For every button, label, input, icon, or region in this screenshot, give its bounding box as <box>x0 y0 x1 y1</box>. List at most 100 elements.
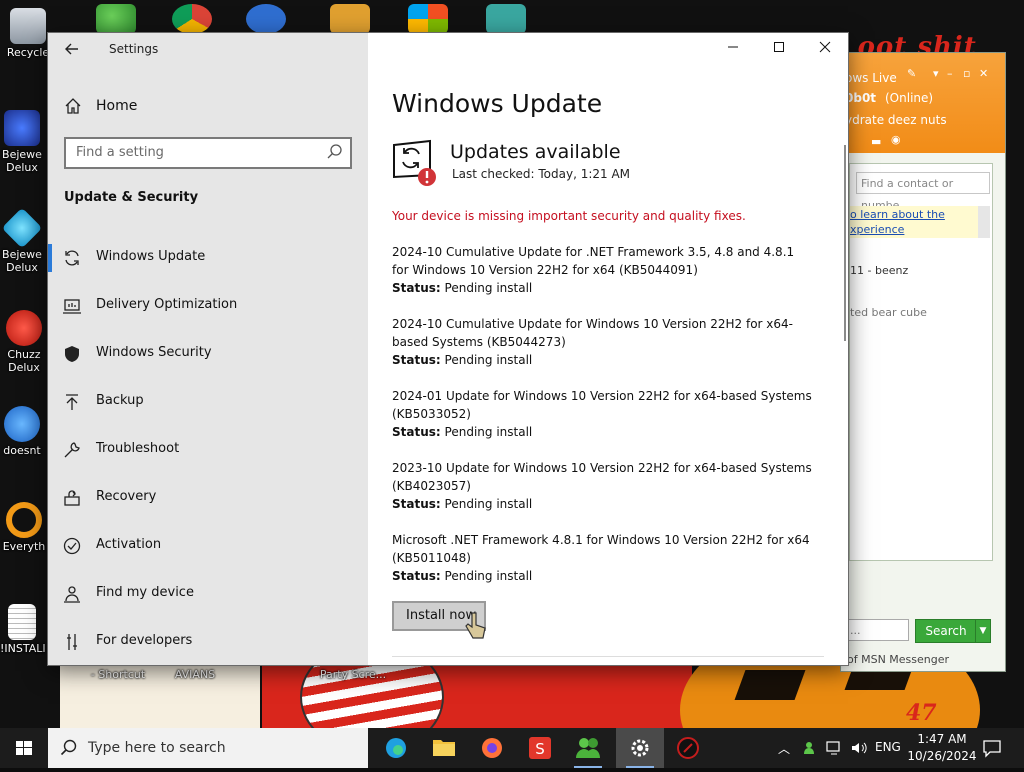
msn-search-button[interactable]: Search <box>915 619 977 643</box>
minimize-button[interactable] <box>710 33 756 65</box>
nav-item-troubleshoot[interactable]: Troubleshoot <box>48 430 368 470</box>
desktop-icon-label: Recycle <box>6 46 50 59</box>
msn-maximize-icon[interactable]: ▫ <box>963 67 970 80</box>
msn-search-dropdown-icon[interactable]: ▼ <box>975 619 991 643</box>
nav-item-windows-security[interactable]: Windows Security <box>48 334 368 374</box>
desktop-icon-label: Bejewe Delux <box>2 148 42 174</box>
status-label: Status: <box>392 353 441 367</box>
nav-item-delivery-optimization[interactable]: Delivery Optimization <box>48 286 368 326</box>
back-arrow-icon[interactable] <box>56 33 88 65</box>
nav-item-label: Windows Update <box>96 249 206 264</box>
msn-learn-link[interactable]: o learn about the <box>850 208 945 221</box>
developer-icon <box>62 632 82 652</box>
windows-update-pane: Windows Update Updates available Last ch… <box>368 33 848 665</box>
network-icon[interactable] <box>826 740 844 759</box>
maximize-button[interactable] <box>756 33 802 65</box>
windows-logo-icon[interactable] <box>408 4 448 34</box>
scrollbar[interactable] <box>844 145 846 341</box>
msn-dropdown-icon[interactable]: ▾ <box>933 67 939 80</box>
msn-contact-panel: Find a contact or numbe o learn about th… <box>849 163 993 561</box>
msn-globe-icon[interactable]: ◉ <box>891 133 901 146</box>
chrome-icon[interactable] <box>172 4 212 34</box>
desktop-icon-doesnt[interactable]: doesnt <box>0 406 44 457</box>
people-tray-icon[interactable] <box>803 740 819 759</box>
desktop-icon-label: - Shortcut <box>90 668 146 681</box>
app-s-taskbar-icon[interactable]: S <box>516 728 564 768</box>
bejeweled-icon <box>4 110 40 146</box>
nav-item-activation[interactable]: Activation <box>48 526 368 566</box>
nav-item-label: Delivery Optimization <box>96 297 238 312</box>
nav-item-label: Troubleshoot <box>96 441 180 456</box>
media-taskbar-icon[interactable] <box>664 728 712 768</box>
msn-search-input[interactable]: ... <box>847 619 909 641</box>
desktop-icon-chuzzle[interactable]: Chuzz Delux <box>2 310 46 374</box>
nav-item-for-developers[interactable]: For developers <box>48 622 368 662</box>
app-shortcut-icon[interactable] <box>246 4 286 34</box>
update-status: Pending install <box>444 425 533 439</box>
status-label: Status: <box>392 569 441 583</box>
game-shortcut-icon[interactable] <box>330 4 370 34</box>
desktop-icon-label: Chuzz Delux <box>7 348 41 374</box>
taskbar-search-box[interactable]: Type here to search <box>48 728 368 768</box>
msn-search-row: ... Search ▼ <box>841 619 1005 645</box>
msn-contact-entry[interactable]: ted bear cube <box>850 306 927 319</box>
backup-arrow-icon <box>62 392 82 412</box>
delivery-icon <box>62 296 82 316</box>
msn-messenger-window[interactable]: ows Live ✎ ▾ – ▫ ✕ 0b0t (Online) ydrate … <box>840 52 1006 672</box>
notification-icon[interactable] <box>982 738 1002 758</box>
msn-contact-entry[interactable]: 11 - beenz <box>850 264 908 277</box>
recovery-icon <box>62 488 82 508</box>
settings-window[interactable]: Settings Home Find a setting Update & Se… <box>48 33 848 665</box>
desktop-icon-install[interactable]: !INSTALI <box>0 604 46 655</box>
desktop-icon-recycle-bin[interactable]: Recycle <box>6 8 50 59</box>
msn-username[interactable]: 0b0t <box>845 91 876 105</box>
system-clock[interactable]: 1:47 AM 10/26/2024 <box>906 731 978 765</box>
nav-item-backup[interactable]: Backup <box>48 382 368 422</box>
msn-online-status[interactable]: (Online) <box>885 91 933 105</box>
nav-item-windows-update[interactable]: Windows Update <box>48 238 368 278</box>
wallpaper-bottom-text: 47 <box>906 700 937 726</box>
msn-close-icon[interactable]: ✕ <box>979 67 988 80</box>
status-label: Status: <box>392 281 441 295</box>
edge-taskbar-icon[interactable] <box>372 728 420 768</box>
start-button[interactable] <box>0 728 48 768</box>
nav-item-label: Activation <box>96 537 162 552</box>
update-warning-icon <box>390 139 436 186</box>
desktop-icon-label: Bejewe Delux <box>2 248 42 274</box>
msn-minimize-icon[interactable]: – <box>947 67 953 80</box>
search-icon <box>60 739 78 757</box>
update-status: Pending install <box>444 353 533 367</box>
update-name: Microsoft .NET Framework 4.8.1 for Windo… <box>392 533 810 565</box>
messenger-people-icon[interactable] <box>96 4 136 34</box>
desktop-label-shortcut[interactable]: - Shortcut <box>88 668 148 681</box>
hand-cursor-icon <box>464 611 486 645</box>
msn-banner-scrollbar[interactable] <box>978 206 990 238</box>
nav-item-find-my-device[interactable]: Find my device <box>48 574 368 614</box>
firefox-taskbar-icon[interactable] <box>468 728 516 768</box>
nav-item-recovery[interactable]: Recovery <box>48 478 368 518</box>
desktop-icon-bejeweled-1[interactable]: Bejewe Delux <box>0 110 44 174</box>
chevron-up-icon[interactable]: ︿ <box>778 740 790 757</box>
msn-menu-icon[interactable]: ✎ <box>907 67 916 80</box>
settings-taskbar-icon[interactable] <box>616 728 664 768</box>
desktop-icon-bejeweled-2[interactable]: Bejewe Delux <box>0 207 44 274</box>
update-name: 2024-10 Cumulative Update for Windows 10… <box>392 317 794 349</box>
file-explorer-taskbar-icon[interactable] <box>420 728 468 768</box>
last-checked-text: Last checked: Today, 1:21 AM <box>452 167 631 181</box>
security-warning: Your device is missing important securit… <box>392 209 746 223</box>
msn-experience-link[interactable]: xperience <box>850 223 904 236</box>
volume-icon[interactable] <box>850 740 868 759</box>
status-label: Status: <box>392 497 441 511</box>
language-indicator[interactable]: ENG <box>875 740 901 754</box>
msn-folder-icon[interactable]: ▬ <box>871 135 881 148</box>
desktop-icon-everything[interactable]: Everyth <box>2 502 46 553</box>
desktop-label-avians[interactable]: AVIANS <box>170 668 220 681</box>
msn-find-contact-input[interactable]: Find a contact or numbe <box>856 172 990 212</box>
messenger-taskbar-icon[interactable] <box>564 728 612 768</box>
character-icon[interactable] <box>486 4 526 34</box>
close-button[interactable] <box>802 33 848 65</box>
desktop-label-party[interactable]: Party Scre... <box>318 668 388 681</box>
msn-footer-text: of MSN Messenger <box>847 653 950 666</box>
msn-personal-message[interactable]: ydrate deez nuts <box>845 113 947 127</box>
find-setting-input[interactable]: Find a setting <box>64 137 352 169</box>
